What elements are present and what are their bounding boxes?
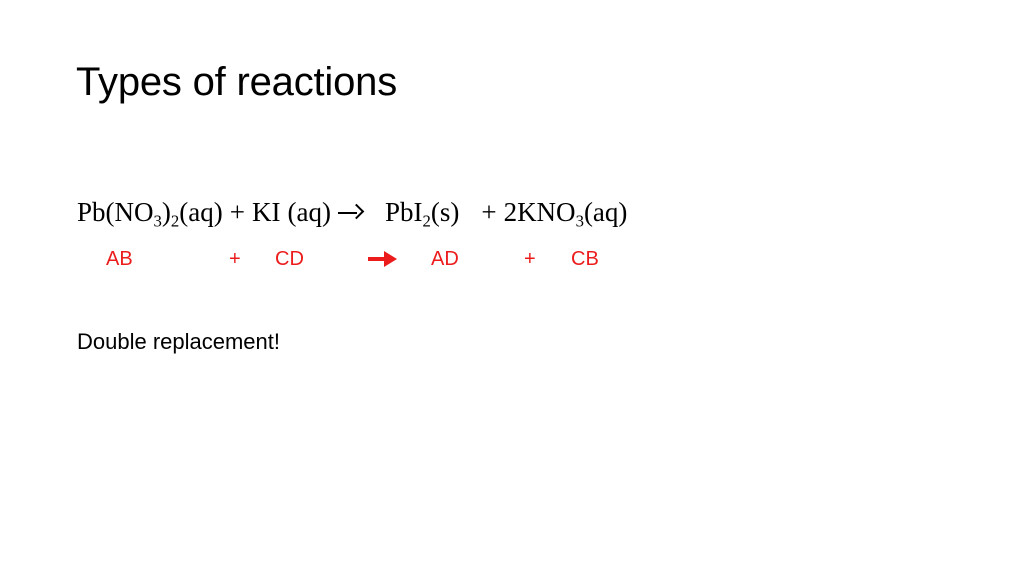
chemical-equation: Pb(NO3)2(aq) + KI (aq) PbI2(s) +2KNO3(aq) [77,197,628,231]
generic-form-token: + [229,248,241,270]
equation-reactant-1: Pb(NO3)2(aq) [77,197,223,231]
page-title: Types of reactions [76,60,398,104]
reactant-1-formula-base: Pb(NO [77,197,154,227]
arrow-right-icon [337,203,363,223]
product-2-formula-base: KNO [517,197,576,227]
equation-product-2: 2KNO3(aq) [503,197,628,231]
arrow-right-icon [368,251,398,268]
reactant-1-subscript-1: 3 [153,211,162,231]
generic-form-line: AB + CD AD + CB [0,245,1024,273]
generic-form-token: AD [431,248,459,270]
product-1-formula-base: PbI [384,197,423,227]
equation-plus-2: + [481,197,497,227]
product-2-coefficient: 2 [503,197,518,227]
reactant-1-state: (aq) [179,197,223,227]
product-2-subscript-1: 3 [575,211,584,231]
product-1-state: (s) [430,197,460,227]
reactant-1-subscript-2: 2 [170,211,180,231]
product-2-state: (aq) [583,197,628,227]
equation-reactant-2: KI (aq) [252,197,331,227]
slide-canvas: Types of reactions Pb(NO3)2(aq) + KI (aq) Pb… [0,0,1024,576]
reactant-2-formula: KI [251,197,281,227]
equation-product-1: PbI2(s) [384,197,460,231]
equation-plus-1: + [229,197,245,227]
product-1-subscript-1: 2 [422,211,431,231]
generic-form-token: + [524,248,536,270]
conclusion-text: Double replacement! [77,329,281,354]
generic-form-token: CB [571,248,599,270]
reactant-2-state: (aq) [287,197,331,227]
generic-form-token: AB [106,248,133,270]
generic-form-token: CD [275,248,304,270]
reactant-1-paren-close: ) [161,197,171,227]
